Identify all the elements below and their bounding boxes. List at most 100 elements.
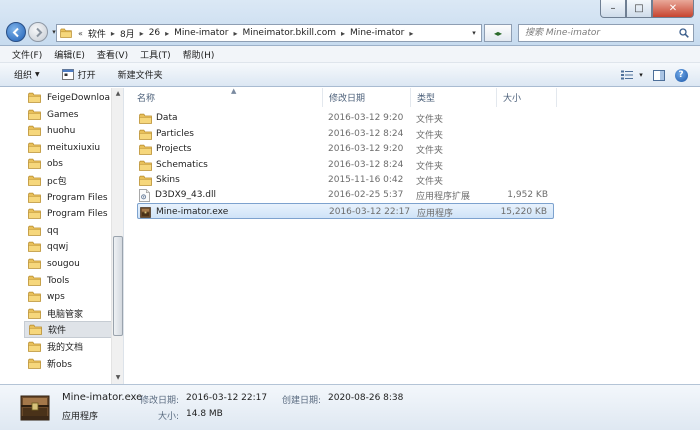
breadcrumb-separator[interactable]: ▸ [163, 29, 171, 38]
sort-ascending-icon: ▲ [231, 87, 237, 95]
nav-item-label: wps [47, 291, 65, 302]
menu-file[interactable]: 文件(F) [6, 48, 48, 61]
nav-item-sougou[interactable]: sougou [28, 255, 80, 272]
open-label: 打开 [77, 71, 96, 81]
scroll-up-button[interactable]: ▲ [112, 88, 123, 100]
organize-button[interactable]: 组织 ▼ [14, 68, 40, 81]
folder-icon [28, 142, 41, 153]
column-header-date[interactable]: 修改日期 [323, 88, 411, 107]
preview-pane-button[interactable] [650, 67, 668, 83]
nav-item-tools[interactable]: Tools [28, 272, 69, 289]
help-button[interactable]: ? [672, 67, 690, 83]
breadcrumb-separator[interactable]: ▸ [109, 29, 117, 38]
file-row[interactable]: Projects 2016-03-12 9:20 文件夹 [137, 141, 554, 157]
breadcrumb-item[interactable]: 8月 [117, 27, 138, 40]
breadcrumb-separator[interactable]: ▸ [339, 29, 347, 38]
folder-icon [139, 129, 152, 140]
forward-button[interactable] [28, 22, 48, 42]
folder-icon [139, 113, 152, 124]
nav-item-meituxiuxiu[interactable]: meituxiuxiu [28, 139, 100, 156]
nav-item-program-files[interactable]: Program Files [28, 189, 108, 206]
nav-item-feigedownload[interactable]: FeigeDownloa [28, 89, 110, 106]
column-header-name[interactable]: 名称 ▲ [131, 87, 323, 107]
search-box[interactable] [518, 24, 694, 42]
nav-item-pc-bao[interactable]: pc包 [28, 172, 67, 189]
folder-icon [28, 258, 41, 269]
back-button[interactable] [6, 22, 26, 42]
refresh-button[interactable]: ◂▸ [484, 24, 512, 42]
nav-item-label: 我的文档 [47, 343, 84, 353]
file-name: Mine-imator.exe [156, 207, 229, 217]
search-icon[interactable] [679, 28, 689, 38]
nav-item-diannao-guanjia[interactable]: 电脑管家 [28, 305, 83, 322]
nav-item-label: Tools [47, 275, 70, 286]
nav-item-label: Program Files [47, 208, 108, 219]
breadcrumb-separator[interactable]: ▸ [231, 29, 239, 38]
menu-help[interactable]: 帮助(H) [177, 48, 221, 61]
nav-item-obs[interactable]: obs [28, 155, 63, 172]
column-header-label: 名称 [137, 94, 156, 104]
file-row[interactable]: Schematics 2016-03-12 8:24 文件夹 [137, 157, 554, 173]
address-bar[interactable]: « 软件 ▸ 8月 ▸ 26 ▸ Mine-imator ▸ Mineimato… [56, 24, 482, 42]
nav-item-label: obs [47, 158, 63, 169]
breadcrumb-separator[interactable]: ▸ [138, 29, 146, 38]
nav-item-qqwj[interactable]: qqwj [28, 238, 68, 255]
nav-item-wps[interactable]: wps [28, 288, 65, 305]
nav-item-games[interactable]: Games [28, 106, 78, 123]
file-name: Particles [156, 129, 194, 139]
nav-item-ruanjian[interactable]: 软件 [24, 321, 112, 338]
column-header-type[interactable]: 类型 [411, 88, 497, 107]
breadcrumb-separator[interactable]: ▸ [407, 29, 415, 38]
file-name: Projects [156, 144, 192, 154]
scroll-down-button[interactable]: ▼ [112, 372, 123, 384]
breadcrumb-item[interactable]: Mine-imator [347, 28, 407, 38]
dll-file-icon [139, 189, 150, 202]
close-button[interactable]: ✕ [652, 0, 694, 18]
scroll-thumb[interactable] [113, 236, 123, 336]
breadcrumb-item[interactable]: Mine-imator [171, 28, 231, 38]
nav-item-my-documents[interactable]: 我的文档 [28, 338, 83, 355]
menu-edit[interactable]: 编辑(E) [48, 48, 91, 61]
column-header-label: 大小 [503, 94, 522, 104]
breadcrumb-item[interactable]: Mineimator.bkill.com [239, 28, 339, 38]
file-date: 2016-03-12 8:24 [328, 160, 404, 170]
chest-app-icon [20, 395, 50, 421]
nav-scrollbar[interactable]: ▲ ▼ [111, 88, 123, 384]
file-row-selected[interactable]: Mine-imator.exe 2016-03-12 22:17 应用程序 15… [137, 203, 554, 219]
column-header-size[interactable]: 大小 [497, 88, 557, 107]
folder-icon [139, 160, 152, 171]
view-options-dropdown[interactable]: ▾ [636, 67, 646, 83]
maximize-button[interactable]: □ [626, 0, 652, 18]
breadcrumb-overflow[interactable]: « [76, 29, 85, 38]
file-type: 文件夹 [416, 130, 444, 141]
column-headers: 名称 ▲ 修改日期 类型 大小 [125, 87, 700, 107]
menu-view[interactable]: 查看(V) [91, 48, 134, 61]
address-dropdown-button[interactable]: ▾ [467, 29, 481, 37]
file-row[interactable]: Particles 2016-03-12 8:24 文件夹 [137, 126, 554, 142]
folder-icon [139, 175, 152, 186]
change-view-button[interactable] [618, 67, 636, 83]
file-type: 应用程序 [417, 208, 454, 219]
explorer-window: – □ ✕ ▾ « 软件 ▸ 8月 ▸ 26 ▸ Mine-imator ▸ M… [0, 0, 700, 430]
open-button[interactable]: 打开 [61, 68, 96, 81]
file-row[interactable]: D3DX9_43.dll 2016-02-25 5:37 应用程序扩展 1,95… [137, 187, 554, 203]
nav-item-huohu[interactable]: huohu [28, 122, 75, 139]
file-list: 名称 ▲ 修改日期 类型 大小 Data 2016-03-12 9:20 文件夹… [125, 87, 700, 384]
minimize-button[interactable]: – [600, 0, 626, 18]
menu-tools[interactable]: 工具(T) [134, 48, 177, 61]
nav-item-label: sougou [47, 258, 80, 269]
file-row[interactable]: Data 2016-03-12 9:20 文件夹 [137, 110, 554, 126]
file-date: 2016-03-12 22:17 [329, 207, 411, 217]
search-input[interactable] [519, 26, 669, 40]
nav-item-program-files-2[interactable]: Program Files [28, 205, 108, 222]
nav-item-xin-obs[interactable]: 新obs [28, 355, 72, 372]
breadcrumb-item[interactable]: 26 [146, 28, 163, 38]
folder-icon [28, 192, 41, 203]
file-row[interactable]: Skins 2015-11-16 0:42 文件夹 [137, 172, 554, 188]
new-folder-button[interactable]: 新建文件夹 [118, 68, 163, 81]
nav-item-label: pc包 [47, 177, 67, 187]
nav-item-qq[interactable]: qq [28, 222, 58, 239]
file-type: 文件夹 [416, 176, 444, 187]
breadcrumb-item[interactable]: 软件 [85, 27, 109, 40]
nav-item-label: FeigeDownloa [47, 92, 110, 103]
